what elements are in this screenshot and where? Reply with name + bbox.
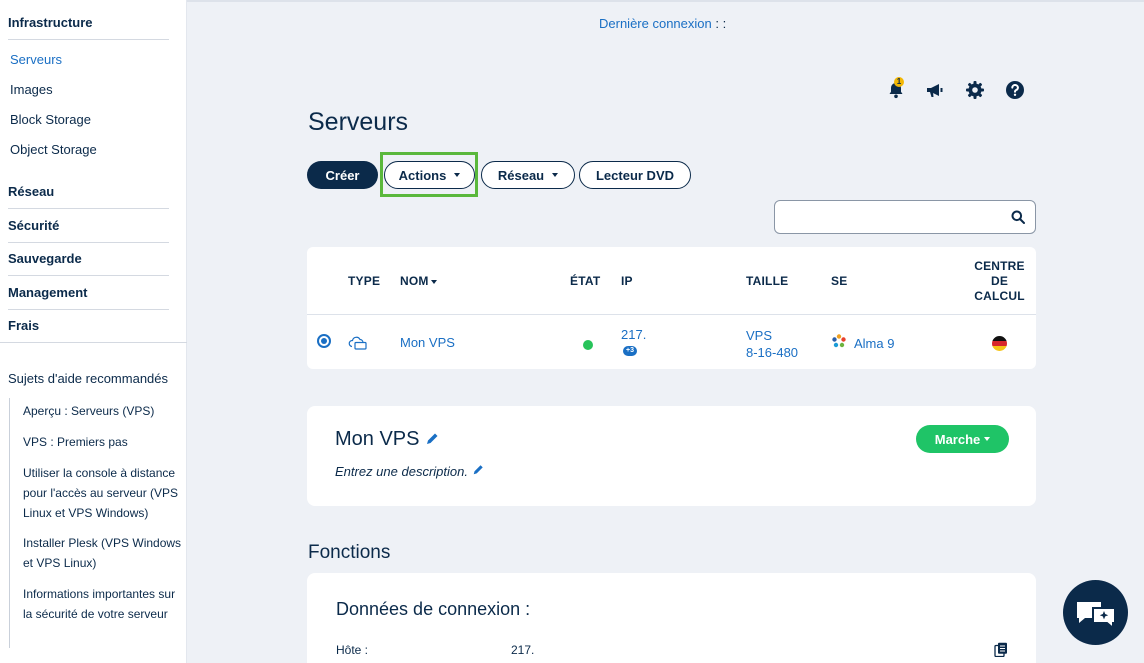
help-icon[interactable] — [1005, 80, 1025, 100]
server-ip[interactable]: 217. — [621, 327, 646, 342]
divider — [0, 342, 187, 343]
sidebar: Infrastructure Serveurs Images Block Sto… — [0, 0, 187, 663]
copy-icon[interactable] — [994, 642, 1008, 657]
search-icon[interactable] — [1011, 210, 1025, 224]
header-ip: IP — [621, 274, 633, 288]
page-title: Serveurs — [308, 108, 409, 136]
last-login-value: : : — [711, 16, 727, 31]
server-size[interactable]: VPS 8-16-480 — [746, 327, 798, 361]
sort-icon — [430, 279, 437, 284]
help-link-overview[interactable]: Aperçu : Serveurs (VPS) — [23, 401, 183, 421]
network-button[interactable]: Réseau — [481, 161, 575, 189]
divider — [8, 309, 169, 310]
sidebar-item-block-storage[interactable]: Block Storage — [10, 112, 91, 127]
cloud-server-icon — [348, 335, 367, 350]
row-select-radio[interactable] — [317, 334, 331, 348]
header-datacenter-line: CALCUL — [974, 289, 1025, 303]
ip-count-badge[interactable]: +3 — [623, 346, 637, 356]
network-button-label: Réseau — [497, 167, 545, 183]
chat-icon — [1077, 602, 1116, 631]
germany-flag-icon — [992, 336, 1007, 351]
help-link-security-info[interactable]: Informations importantes sur la sécurité… — [23, 584, 183, 624]
help-link-remote-console[interactable]: Utiliser la console à distance pour l'ac… — [23, 463, 183, 523]
server-size-line: 8-16-480 — [746, 345, 799, 360]
header-state: ÉTAT — [570, 274, 601, 288]
chat-button[interactable] — [1063, 580, 1128, 645]
divider — [8, 242, 169, 243]
header-datacenter-line: DE — [990, 274, 1009, 288]
nav-section-management[interactable]: Management — [0, 285, 87, 300]
header-name[interactable]: NOM — [400, 274, 437, 288]
functions-title: Fonctions — [308, 542, 391, 563]
connection-data-card: Données de connexion : Hôte : 217. — [307, 573, 1036, 663]
header-name-label: NOM — [400, 274, 429, 288]
notification-badge: 1 — [894, 77, 904, 87]
chevron-down-icon — [984, 437, 991, 441]
server-os[interactable]: Alma 9 — [854, 336, 894, 351]
server-title: Mon VPS — [335, 428, 439, 451]
megaphone-icon[interactable] — [925, 80, 945, 100]
nav-section-backup[interactable]: Sauvegarde — [0, 251, 82, 266]
server-detail-card: Mon VPS Entrez une description. Marche — [307, 406, 1036, 506]
host-value: 217. — [511, 643, 535, 657]
header-size: TAILLE — [746, 274, 789, 288]
create-button[interactable]: Créer — [307, 161, 378, 189]
header-os: SE — [831, 274, 848, 288]
status-indicator — [583, 340, 593, 350]
servers-table: TYPE NOM ÉTAT IP TAILLE SE CENTRE DE CAL… — [307, 247, 1036, 369]
nav-section-billing[interactable]: Frais — [0, 318, 39, 333]
dvd-drive-button-label: Lecteur DVD — [595, 167, 675, 183]
server-size-line: VPS — [746, 328, 773, 343]
last-login: Dernière connexion : : — [599, 16, 726, 31]
nav-section-network[interactable]: Réseau — [0, 184, 54, 199]
alma-linux-icon — [831, 333, 847, 349]
power-state-button[interactable]: Marche — [916, 425, 1009, 453]
power-state-label: Marche — [934, 431, 981, 447]
divider — [8, 39, 169, 40]
server-description[interactable]: Entrez une description. — [335, 464, 484, 479]
pencil-icon[interactable] — [425, 432, 439, 446]
header-datacenter: CENTRE DE CALCUL — [967, 259, 1032, 304]
chevron-down-icon — [552, 173, 559, 177]
sidebar-item-images[interactable]: Images — [10, 82, 53, 97]
last-login-label: Dernière connexion — [599, 16, 712, 31]
help-link-first-steps[interactable]: VPS : Premiers pas — [23, 432, 183, 452]
nav-section-security[interactable]: Sécurité — [0, 218, 59, 233]
nav-section-infrastructure[interactable]: Infrastructure — [0, 15, 93, 30]
header-type: TYPE — [348, 274, 381, 288]
pencil-icon[interactable] — [472, 464, 484, 476]
create-button-label: Créer — [325, 167, 360, 183]
help-rail — [9, 398, 10, 648]
server-description-text: Entrez une description. — [335, 464, 468, 479]
gear-icon[interactable] — [965, 80, 985, 100]
dvd-drive-button[interactable]: Lecteur DVD — [579, 161, 691, 189]
server-title-text: Mon VPS — [335, 428, 420, 450]
divider — [8, 275, 169, 276]
server-name-link[interactable]: Mon VPS — [400, 335, 455, 350]
header-datacenter-line: CENTRE — [974, 259, 1025, 273]
sidebar-item-object-storage[interactable]: Object Storage — [10, 142, 97, 157]
search-input[interactable] — [774, 200, 1036, 234]
host-label: Hôte : — [336, 643, 369, 657]
divider — [8, 208, 169, 209]
divider — [307, 314, 1036, 315]
connection-title: Données de connexion : — [336, 599, 531, 619]
help-topics-title: Sujets d'aide recommandés — [8, 371, 169, 386]
help-link-install-plesk[interactable]: Installer Plesk (VPS Windows et VPS Linu… — [23, 533, 183, 573]
sidebar-item-servers[interactable]: Serveurs — [10, 52, 62, 67]
highlight-box — [380, 152, 478, 197]
top-border — [187, 0, 1144, 2]
